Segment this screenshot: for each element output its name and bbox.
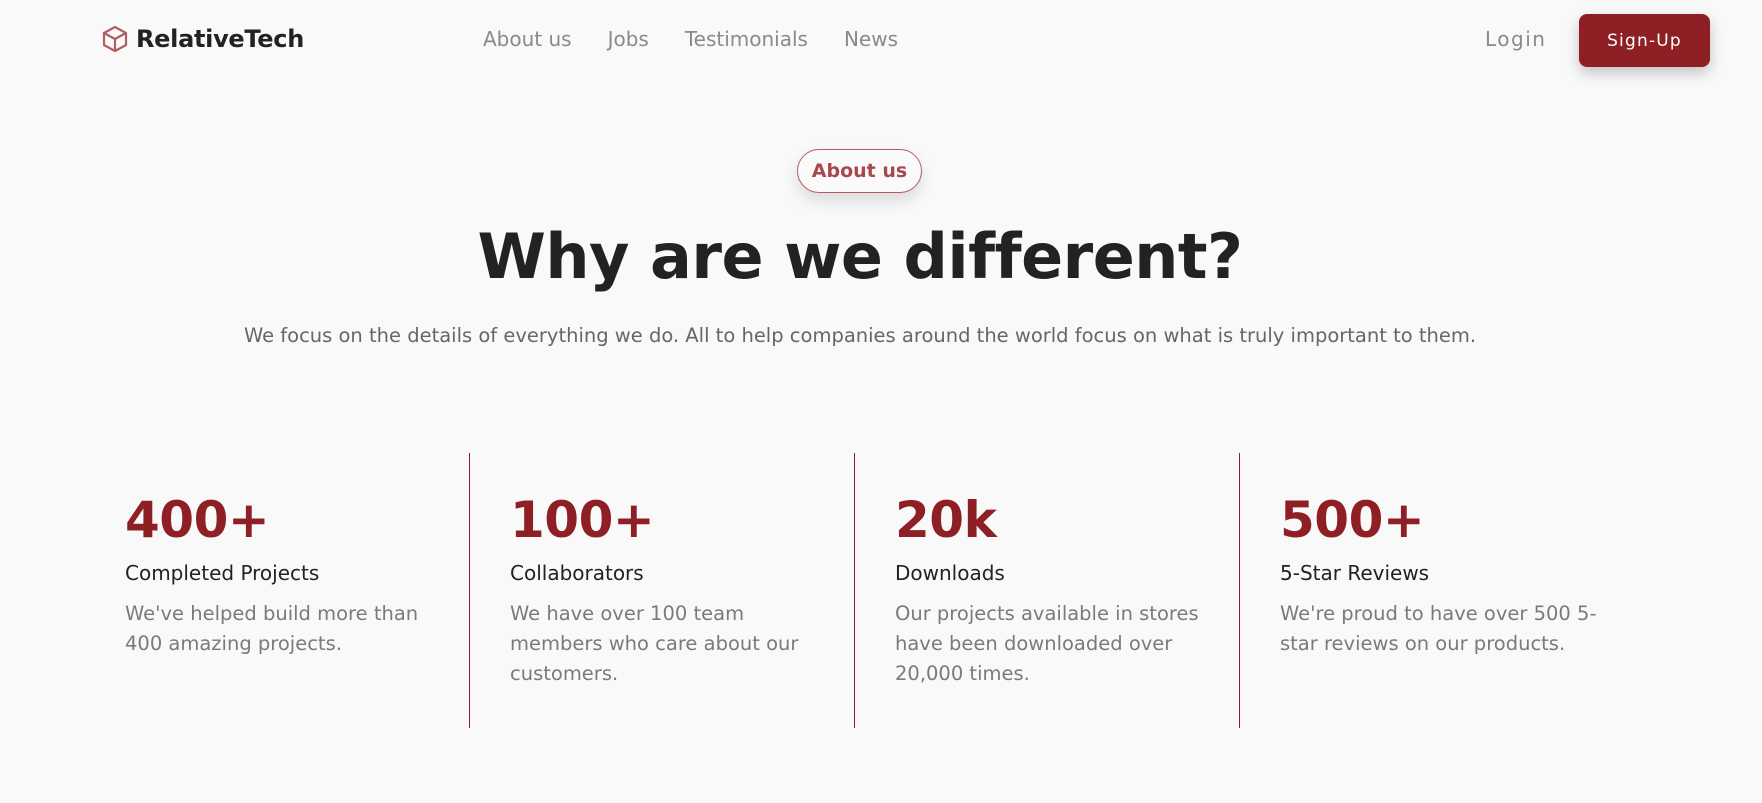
nav-link-jobs[interactable]: Jobs xyxy=(608,27,649,51)
stat-divider xyxy=(1239,453,1240,728)
stat-divider xyxy=(854,453,855,728)
stats-row: 400+ Completed Projects We've helped bui… xyxy=(0,453,1762,728)
main-nav: About us Jobs Testimonials News xyxy=(483,27,898,51)
section-badge: About us xyxy=(797,149,922,193)
nav-link-testimonials[interactable]: Testimonials xyxy=(685,27,808,51)
brand-logo[interactable]: RelativeTech xyxy=(100,24,304,54)
cube-icon xyxy=(102,25,128,53)
stat-label: 5-Star Reviews xyxy=(1280,561,1430,585)
nav-link-about-us[interactable]: About us xyxy=(483,27,572,51)
stat-value: 500+ xyxy=(1280,491,1425,549)
nav-link-news[interactable]: News xyxy=(844,27,898,51)
stat-description: We have over 100 team members who care a… xyxy=(510,602,799,685)
login-link[interactable]: Login xyxy=(1485,27,1546,51)
stat-divider xyxy=(469,453,470,728)
stat-label: Completed Projects xyxy=(125,561,320,585)
signup-button[interactable]: Sign-Up xyxy=(1579,14,1710,67)
stat-description: We're proud to have over 500 5-star revi… xyxy=(1280,602,1597,655)
stat-value: 400+ xyxy=(125,491,270,549)
page-subtitle: We focus on the details of everything we… xyxy=(243,324,1477,347)
stat-description: Our projects available in stores have be… xyxy=(895,602,1199,685)
stat-label: Downloads xyxy=(895,561,1005,585)
stat-description: We've helped build more than 400 amazing… xyxy=(125,602,419,655)
stat-label: Collaborators xyxy=(510,561,644,585)
stat-value: 100+ xyxy=(510,491,655,549)
stat-value: 20k xyxy=(895,491,997,549)
site-header: RelativeTech About us Jobs Testimonials … xyxy=(0,0,1762,80)
brand-name: RelativeTech xyxy=(136,25,304,53)
page-title: Why are we different? xyxy=(477,220,1243,293)
